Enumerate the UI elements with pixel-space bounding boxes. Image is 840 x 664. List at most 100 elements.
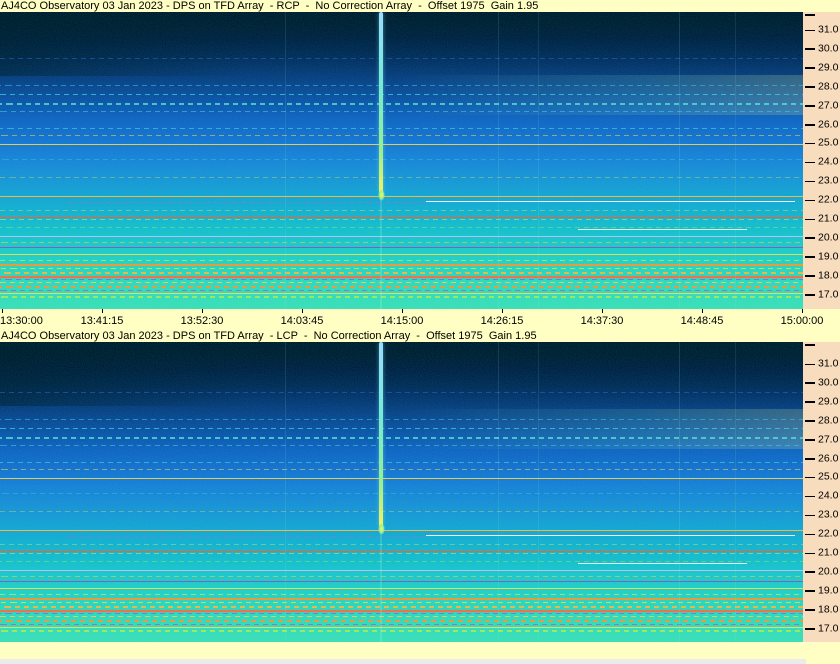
- rfi-line: [0, 102, 803, 105]
- vertical-artifact-line: [285, 12, 287, 309]
- vertical-artifact-line: [497, 12, 499, 309]
- rfi-line: [0, 602, 803, 604]
- freq-tick-label: 27.0: [818, 99, 839, 112]
- lcp-frequency-axis: 31.0 30.0 29.0 28.0 27.0 26.0 25.0 24.0 23.0 22.0…: [803, 342, 840, 642]
- freq-tick-label: 25.0: [818, 470, 839, 483]
- freq-tick: [805, 420, 815, 422]
- freq-tick: [805, 401, 815, 403]
- freq-tick-label: 29.0: [818, 61, 839, 74]
- streak-faint-tail: [380, 532, 383, 642]
- rfi-line: [0, 445, 803, 447]
- vertical-artifact-line: [538, 342, 539, 642]
- time-tick: [802, 309, 803, 313]
- time-tick: [2, 309, 3, 313]
- freq-tick-label: 19.0: [818, 584, 839, 597]
- freq-tick-label: 30.0: [818, 42, 839, 55]
- rfi-line: [0, 241, 803, 243]
- time-tick: [402, 309, 403, 313]
- rcp-frequency-axis: 31.0 30.0 29.0 28.0 27.0 26.0 25.0 24.0 23.0 22.0…: [803, 12, 840, 309]
- streak-tip-blob: [377, 522, 385, 535]
- freq-tick: [805, 199, 815, 202]
- rfi-line: [0, 209, 803, 211]
- rcp-spectrogram: [0, 12, 803, 309]
- rfi-line: [0, 58, 803, 60]
- rfi-line: [0, 219, 803, 220]
- freq-tick-label: 21.0: [818, 212, 839, 225]
- hf-speckle-band: [0, 409, 803, 450]
- rfi-line: [0, 271, 803, 274]
- time-tick-label: 14:37:30: [580, 315, 624, 327]
- rfi-line: [0, 581, 803, 583]
- freq-tick: [805, 14, 815, 16]
- rfi-line: [0, 236, 803, 237]
- freq-tick-label: 20.0: [818, 565, 839, 578]
- time-tick: [202, 309, 203, 313]
- freq-tick-label: 28.0: [818, 414, 839, 427]
- streak-tip-blob: [377, 188, 385, 201]
- freq-tick: [805, 105, 815, 107]
- rfi-line: [0, 598, 803, 601]
- freq-tick-label: 20.0: [818, 231, 839, 244]
- freq-tick-label: 22.0: [818, 193, 839, 206]
- freq-tick: [805, 237, 815, 239]
- rfi-line: [578, 229, 747, 231]
- freq-tick-label: 30.0: [818, 376, 839, 389]
- rcp-plot-row: 31.0 30.0 29.0 28.0 27.0 26.0 25.0 24.0 23.0 22.0…: [0, 12, 840, 309]
- time-tick-label: 14:26:15: [480, 315, 524, 327]
- rfi-line: [0, 253, 803, 255]
- freq-tick: [805, 48, 815, 50]
- rfi-line: [0, 623, 803, 625]
- rfi-line: [0, 560, 803, 562]
- rfi-line: [0, 418, 803, 420]
- time-tick: [102, 309, 103, 313]
- rfi-line: [0, 478, 803, 480]
- freq-tick-label: 27.0: [818, 433, 839, 446]
- vertical-artifact-line: [285, 342, 287, 642]
- freq-tick-label: 24.0: [818, 489, 839, 502]
- rfi-line: [0, 428, 803, 430]
- freq-tick: [805, 382, 815, 384]
- freq-tick-label: 29.0: [818, 395, 839, 408]
- time-tick: [702, 309, 703, 313]
- vertical-artifact-line: [538, 12, 539, 309]
- rfi-line: [0, 629, 803, 632]
- rfi-line: [0, 593, 803, 595]
- rfi-line: [0, 279, 803, 281]
- rfi-line: [0, 259, 803, 261]
- rfi-line: [64, 535, 426, 537]
- freq-tick: [805, 439, 815, 441]
- freq-tick-label: 23.0: [818, 508, 839, 521]
- freq-tick-label: 31.0: [818, 23, 839, 36]
- freq-tick-label: 17.0: [818, 288, 839, 301]
- freq-tick-label: 26.0: [818, 452, 839, 464]
- rfi-line: [0, 286, 803, 289]
- time-axis-bar: 13:30:00 13:41:15 13:52:30 14:03:45 14:15:00…: [0, 309, 840, 330]
- time-tick: [602, 309, 603, 313]
- rfi-line: [0, 295, 803, 298]
- rfi-line: [0, 605, 803, 608]
- rfi-line: [0, 616, 803, 618]
- rfi-line: [0, 268, 803, 270]
- rfi-line: [0, 134, 803, 136]
- time-tick-label: 14:48:45: [680, 315, 724, 327]
- time-tick-label: 13:41:15: [80, 315, 124, 327]
- freq-tick: [805, 495, 815, 498]
- vertical-streak-event: [379, 12, 384, 193]
- freq-tick-label: 19.0: [818, 250, 839, 263]
- rfi-line: [0, 177, 803, 179]
- freq-tick: [805, 552, 815, 554]
- time-tick: [502, 309, 503, 313]
- freq-tick: [805, 86, 815, 88]
- rfi-line: [0, 530, 803, 532]
- freq-tick-label: 21.0: [818, 546, 839, 559]
- vertical-artifact-line: [678, 342, 680, 642]
- freq-tick-label: 31.0: [818, 357, 839, 370]
- freq-tick: [805, 363, 815, 365]
- window-edge-strip: [0, 659, 806, 664]
- freq-tick: [805, 458, 815, 460]
- freq-tick: [805, 124, 815, 126]
- freq-tick: [805, 533, 815, 536]
- rfi-line: [578, 563, 747, 565]
- freq-tick-label: 17.0: [818, 622, 839, 635]
- freq-tick: [805, 628, 815, 630]
